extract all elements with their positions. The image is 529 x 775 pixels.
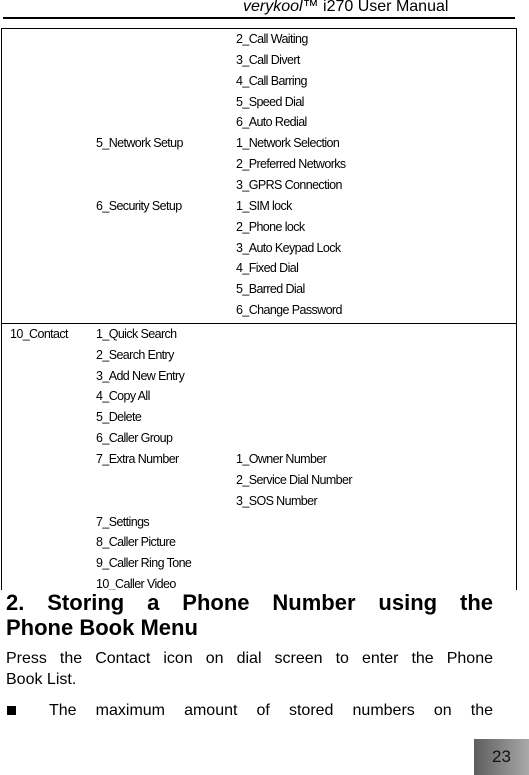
section-heading-line-1: 2. Storing a Phone Number using the bbox=[6, 590, 493, 615]
intro-paragraph-line-1: Press the Contact icon on dial screen to… bbox=[6, 650, 493, 667]
menu-level2-item: 7_Settings bbox=[96, 514, 150, 529]
menu-level3-item: 2_Service Dial Number bbox=[236, 472, 353, 487]
manual-title: i270 User Manual bbox=[318, 0, 449, 15]
menu-level3-item: 3_Call Divert bbox=[236, 52, 300, 67]
menu-level2-item: 10_Caller Video bbox=[96, 577, 176, 590]
menu-tree-table: 2_Call Waiting 3_Call Divert 4_Call Barrin… bbox=[1, 28, 517, 590]
menu-level3-item: 6_Change Password bbox=[236, 303, 342, 318]
intro-paragraph-line-2: Book List. bbox=[6, 671, 77, 688]
menu-level2-item: 1_Quick Search bbox=[96, 326, 177, 341]
menu-level3-item: 2_Preferred Networks bbox=[236, 157, 346, 172]
menu-level2-item: 7_Extra Number bbox=[96, 452, 179, 466]
bullet-item: The maximum amount of stored numbers on … bbox=[6, 700, 493, 721]
section-heading: 2. Storing a Phone Number using the Phon… bbox=[6, 590, 493, 640]
page-number-box: 23 bbox=[474, 739, 529, 775]
menu-level2-item: 2_Search Entry bbox=[96, 347, 174, 362]
menu-level1-item: 10_Contact bbox=[10, 326, 69, 341]
menu-level2-item: 4_Copy All bbox=[96, 389, 150, 404]
menu-level3-item: 1_Owner Number bbox=[236, 452, 327, 466]
page-number: 23 bbox=[492, 747, 511, 766]
menu-level3-item: 4_Call Barring bbox=[236, 73, 307, 88]
menu-level2-item: 6_Caller Group bbox=[96, 431, 173, 446]
square-bullet-icon bbox=[7, 706, 16, 715]
menu-level2-item: 6_Security Setup bbox=[96, 198, 182, 213]
menu-level3-item: 6_Auto Redial bbox=[236, 115, 307, 130]
menu-level2-item: 3_Add New Entry bbox=[96, 368, 185, 383]
menu-level3-item: 3_SOS Number bbox=[236, 493, 318, 508]
menu-level2-item: 8_Caller Picture bbox=[96, 535, 176, 550]
trademark-symbol: ™ bbox=[302, 0, 319, 15]
header-rule bbox=[3, 17, 515, 19]
brand-name: verykool bbox=[243, 0, 303, 15]
menu-level2-item: 5_Delete bbox=[96, 410, 142, 425]
menu-level2-item: 9_Caller Ring Tone bbox=[96, 556, 192, 571]
intro-paragraph: Press the Contact icon on dial screen to… bbox=[6, 648, 493, 690]
menu-level3-item: 3_GPRS Connection bbox=[236, 177, 342, 192]
section-heading-line-2: Phone Book Menu bbox=[6, 615, 198, 640]
menu-level3-item: 4_Fixed Dial bbox=[236, 261, 299, 276]
menu-level3-item: 1_SIM lock bbox=[236, 198, 292, 213]
menu-level3-item: 5_Speed Dial bbox=[236, 94, 304, 109]
menu-level3-item: 2_Call Waiting bbox=[236, 32, 308, 46]
menu-level3-item: 2_Phone lock bbox=[236, 219, 305, 234]
document-header-title: verykool™ i270 User Manual bbox=[243, 0, 448, 16]
menu-level2-item: 5_Network Setup bbox=[96, 136, 183, 151]
menu-level3-item: 3_Auto Keypad Lock bbox=[236, 240, 341, 255]
table-row-divider bbox=[2, 322, 516, 325]
bullet-text: The maximum amount of stored numbers on … bbox=[49, 702, 493, 719]
menu-level3-item: 5_Barred Dial bbox=[236, 282, 305, 297]
menu-level3-item: 1_Network Selection bbox=[236, 136, 340, 151]
